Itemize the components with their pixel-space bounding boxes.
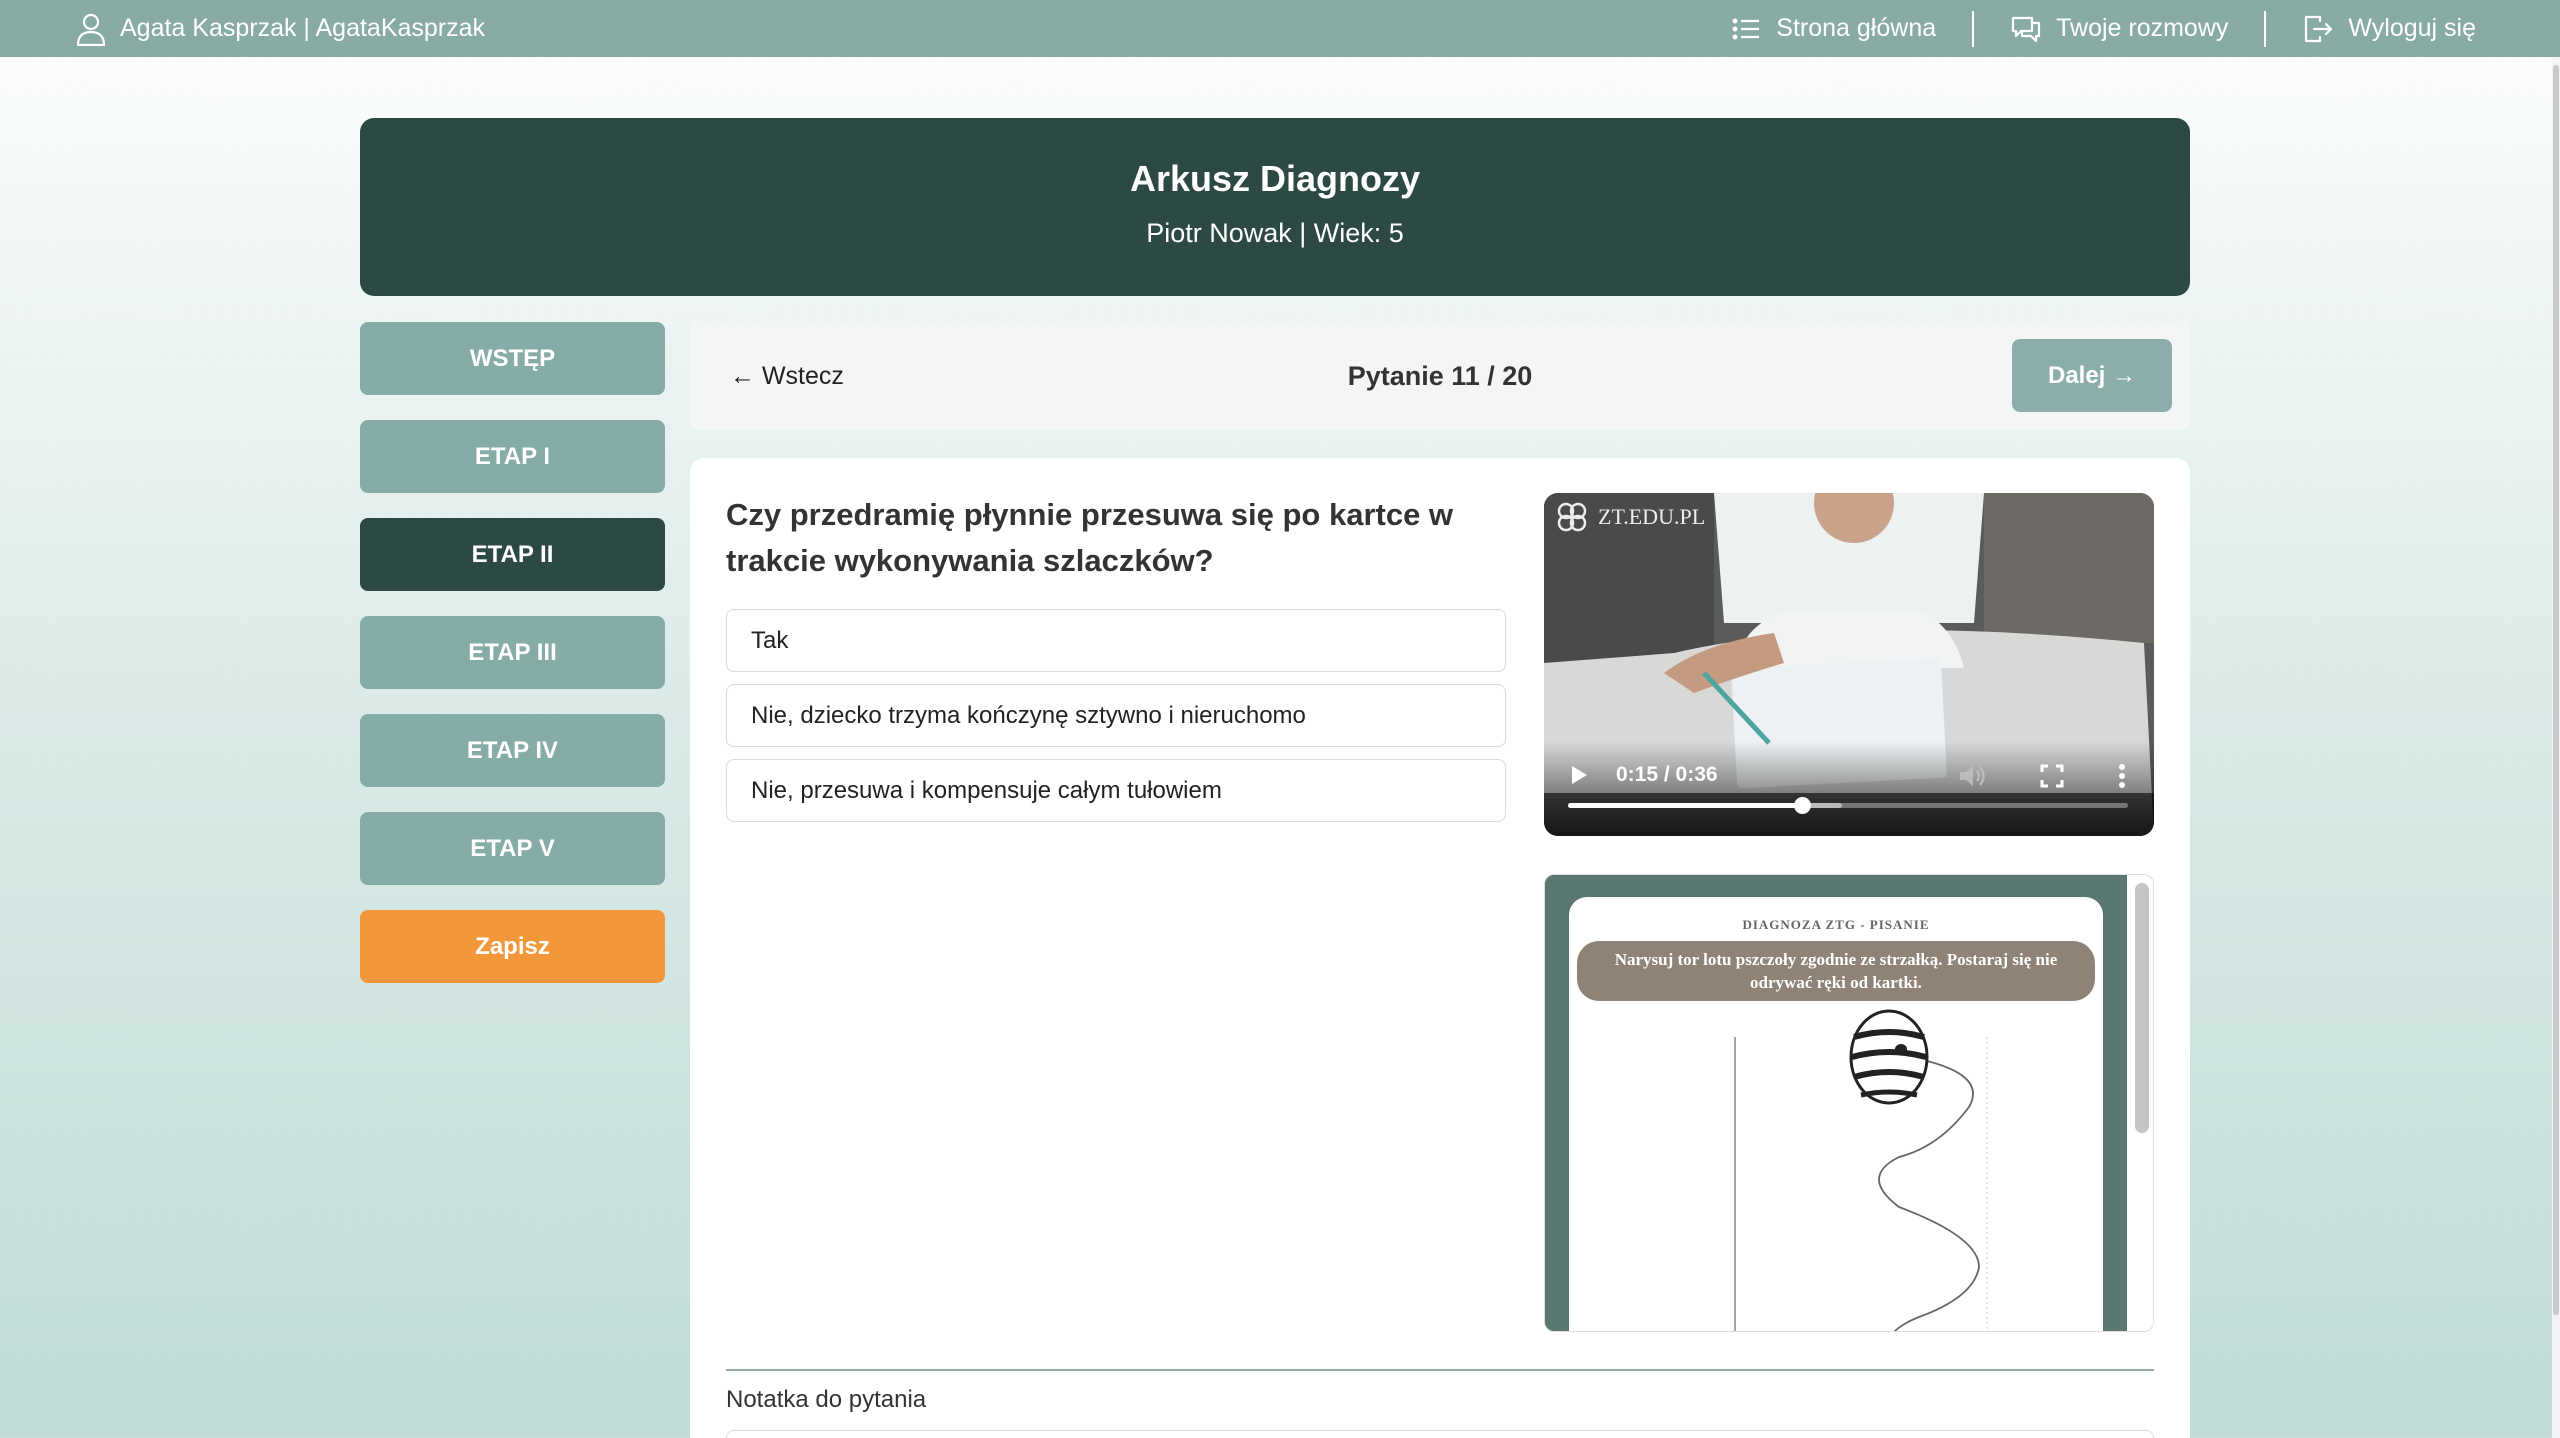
answer-list: Tak Nie, dziecko trzyma kończynę sztywno… — [726, 609, 1506, 834]
sidebar-item-etap-5[interactable]: ETAP V — [360, 812, 665, 885]
sidebar-item-wstep[interactable]: WSTĘP — [360, 322, 665, 395]
patient-info: Piotr Nowak | Wiek: 5 — [1146, 218, 1404, 248]
answer-option[interactable]: Nie, dziecko trzyma kończynę sztywno i n… — [726, 684, 1506, 747]
back-button[interactable]: ← Wstecz — [730, 322, 844, 430]
sidebar-item-etap-3[interactable]: ETAP III — [360, 616, 665, 689]
next-button[interactable]: Dalej → — [2012, 339, 2172, 412]
nav-logout-label: Wyloguj się — [2348, 14, 2476, 42]
nav-logout[interactable]: Wyloguj się — [2266, 11, 2512, 47]
worksheet-preview[interactable]: DIAGNOZA ZTG - PISANIE Narysuj tor lotu … — [1544, 874, 2154, 1332]
top-bar: Agata Kasprzak | AgataKasprzak Strona gł… — [0, 0, 2560, 57]
note-textarea[interactable] — [726, 1430, 2154, 1438]
sidebar-item-etap-4[interactable]: ETAP IV — [360, 714, 665, 787]
logo-icon — [1557, 502, 1587, 532]
question-counter: Pytanie 11 / 20 — [1347, 360, 1533, 391]
question-navigation: ← Wstecz Pytanie 11 / 20 Dalej → — [690, 322, 2190, 430]
user-icon — [76, 13, 106, 46]
video-watermark: ZT.EDU.PL — [1554, 499, 1705, 535]
worksheet-page: DIAGNOZA ZTG - PISANIE Narysuj tor lotu … — [1569, 897, 2103, 1331]
question-card: Czy przedramię płynnie przesuwa się po k… — [690, 458, 2190, 1438]
bee-path-illustration — [1734, 1009, 1988, 1331]
video-time: 0:15 / 0:36 — [1616, 763, 1718, 786]
nav-home-label: Strona główna — [1776, 14, 1937, 42]
top-nav: Strona główna Twoje rozmowy Wyloguj się — [1694, 0, 2512, 57]
video-controls: 0:15 / 0:36 — [1544, 741, 2154, 836]
user-info[interactable]: Agata Kasprzak | AgataKasprzak — [76, 0, 485, 57]
video-player[interactable]: ZT.EDU.PL 0:15 / 0:36 — [1544, 493, 2154, 836]
worksheet-frame: DIAGNOZA ZTG - PISANIE Narysuj tor lotu … — [1545, 875, 2127, 1331]
video-progress-bar[interactable] — [1568, 797, 2128, 814]
note-label: Notatka do pytania — [726, 1386, 927, 1413]
stage-sidebar: WSTĘP ETAP I ETAP II ETAP III ETAP IV ET… — [360, 322, 665, 1008]
page-scrollbar[interactable] — [2552, 57, 2560, 1438]
worksheet-scrollbar[interactable] — [2135, 883, 2149, 1133]
nav-home[interactable]: Strona główna — [1694, 11, 1972, 47]
page-title: Arkusz Diagnozy — [1129, 158, 1421, 199]
more-options-icon[interactable] — [2118, 763, 2126, 789]
sheet-header: Arkusz Diagnozy Piotr Nowak | Wiek: 5 — [360, 118, 2190, 296]
video-scrubber-handle[interactable] — [1793, 797, 1811, 814]
bee-icon — [1849, 1009, 1929, 1105]
logout-icon — [2305, 15, 2333, 42]
fullscreen-icon[interactable] — [2040, 764, 2064, 788]
play-icon[interactable] — [1570, 765, 1588, 785]
sidebar-item-etap-1[interactable]: ETAP I — [360, 420, 665, 493]
page-scrollbar-thumb[interactable] — [2553, 65, 2559, 1315]
volume-icon[interactable] — [1958, 763, 1986, 789]
user-label: Agata Kasprzak | AgataKasprzak — [120, 14, 486, 42]
nav-conversations-label: Twoje rozmowy — [2056, 14, 2229, 42]
video-played — [1568, 803, 1802, 808]
list-icon — [1732, 17, 1760, 40]
answer-option[interactable]: Nie, przesuwa i kompensuje całym tułowie… — [726, 759, 1506, 822]
answer-option[interactable]: Tak — [726, 609, 1506, 672]
sidebar-item-etap-2[interactable]: ETAP II — [360, 518, 665, 591]
chat-icon — [2012, 16, 2041, 42]
video-watermark-text: ZT.EDU.PL — [1598, 504, 1706, 529]
save-button[interactable]: Zapisz — [360, 910, 665, 983]
question-text: Czy przedramię płynnie przesuwa się po k… — [726, 497, 1454, 578]
nav-conversations[interactable]: Twoje rozmowy — [1974, 11, 2264, 47]
divider — [726, 1369, 2154, 1371]
